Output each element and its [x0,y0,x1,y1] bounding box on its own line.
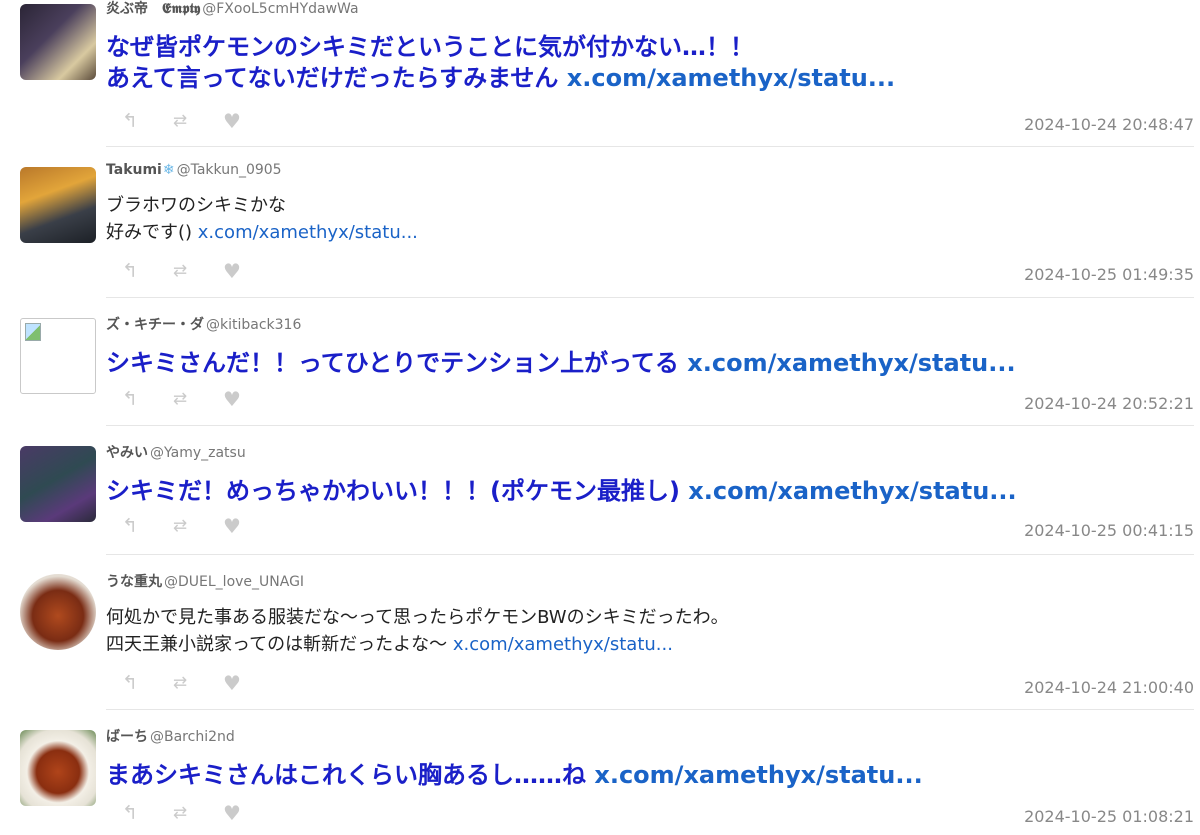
user-handle[interactable]: @kitiback316 [206,317,301,333]
status-link[interactable]: x.com/xamethyx/statu... [567,64,895,92]
tweet-text-segment: 四天王兼小説家ってのは斬新だったよな～ [106,634,448,655]
heart-icon[interactable]: ♥ [220,672,244,694]
retweet-icon[interactable]: ⇄ [168,388,192,410]
tweet-text-segment: シキミだ！めっちゃかわいい！！！(ポケモン最推し) [106,477,680,505]
tweet-header: ばーち @Barchi2nd [106,728,235,746]
reply-icon[interactable]: ↰ [118,515,142,537]
tweet-text: シキミだ！めっちゃかわいい！！！(ポケモン最推し) x.com/xamethyx… [106,476,1017,507]
tweet: ズ・キチー・ダ @kitiback316 シキミさんだ！！ってひとりでテンション上… [0,298,1200,426]
tweet-header: 炎ぶ帝 𝕰𝖒𝖕𝖙𝖞 @FXooL5cmHYdawWa [106,0,359,18]
tweet-text-line: あえて言ってないだけだったらすみません x.com/xamethyx/statu… [106,63,895,94]
tweet-text-line: 何処かで見た事ある服装だな～って思ったらポケモンBWのシキミだったわ。 [106,607,729,628]
tweet-timeline: 炎ぶ帝 𝕰𝖒𝖕𝖙𝖞 @FXooL5cmHYdawWa なぜ皆ポケモンのシキミだとい… [0,0,1200,835]
retweet-icon[interactable]: ⇄ [168,110,192,132]
tweet-text-line: ブラホワのシキミかな [106,195,286,216]
status-link[interactable]: x.com/xamethyx/statu... [198,222,418,243]
status-link[interactable]: x.com/xamethyx/statu... [594,761,922,789]
tweet-header: やみい @Yamy_zatsu [106,444,246,462]
tweet: やみい @Yamy_zatsu シキミだ！めっちゃかわいい！！！(ポケモン最推し)… [0,426,1200,555]
timestamp[interactable]: 2024-10-24 20:52:21 [1024,394,1194,414]
user-handle[interactable]: @FXooL5cmHYdawWa [202,1,358,17]
tweet-text-line: まあシキミさんはこれくらい胸あるし……ね x.com/xamethyx/stat… [106,760,923,791]
retweet-icon[interactable]: ⇄ [168,802,192,824]
timestamp[interactable]: 2024-10-25 01:08:21 [1024,807,1194,827]
user-name[interactable]: 炎ぶ帝 𝕰𝖒𝖕𝖙𝖞 [106,1,200,17]
user-handle[interactable]: @Barchi2nd [150,729,235,745]
reply-icon[interactable]: ↰ [118,260,142,282]
timestamp[interactable]: 2024-10-24 21:00:40 [1024,678,1194,698]
retweet-icon[interactable]: ⇄ [168,672,192,694]
timestamp[interactable]: 2024-10-25 00:41:15 [1024,521,1194,541]
heart-icon[interactable]: ♥ [220,515,244,537]
heart-icon[interactable]: ♥ [220,388,244,410]
tweet-text-line: なぜ皆ポケモンのシキミだということに気が付かない…！！ [106,33,754,61]
reply-icon[interactable]: ↰ [118,672,142,694]
snowflake-icon: ❄ [162,162,175,178]
heart-icon[interactable]: ♥ [220,802,244,824]
tweet-text-line: 四天王兼小説家ってのは斬新だったよな～ x.com/xamethyx/statu… [106,631,729,658]
avatar[interactable] [20,574,96,650]
broken-image-icon [25,323,41,341]
avatar[interactable] [20,318,96,394]
tweet-text-line: シキミだ！めっちゃかわいい！！！(ポケモン最推し) x.com/xamethyx… [106,476,1017,507]
reply-icon[interactable]: ↰ [118,802,142,824]
tweet-header: うな重丸 @DUEL_love_UNAGI [106,573,304,591]
tweet-text-segment: シキミさんだ！！ってひとりでテンション上がってる [106,349,679,377]
tweet-text: ブラホワのシキミかな 好みです() x.com/xamethyx/statu..… [106,192,418,246]
user-name[interactable]: うな重丸 [106,574,162,590]
avatar[interactable] [20,167,96,243]
retweet-icon[interactable]: ⇄ [168,260,192,282]
user-handle[interactable]: @Yamy_zatsu [150,445,246,461]
status-link[interactable]: x.com/xamethyx/statu... [453,634,673,655]
tweet-text-segment: 好みです() [106,222,193,243]
tweet: 炎ぶ帝 𝕰𝖒𝖕𝖙𝖞 @FXooL5cmHYdawWa なぜ皆ポケモンのシキミだとい… [0,0,1200,147]
user-name[interactable]: ばーち [106,729,148,745]
reply-icon[interactable]: ↰ [118,110,142,132]
status-link[interactable]: x.com/xamethyx/statu... [688,477,1016,505]
tweet-text-line: 好みです() x.com/xamethyx/statu... [106,219,418,246]
tweet-text: 何処かで見た事ある服装だな～って思ったらポケモンBWのシキミだったわ。 四天王兼… [106,604,729,658]
tweet-text: なぜ皆ポケモンのシキミだということに気が付かない…！！ あえて言ってないだけだっ… [106,32,895,94]
tweet: うな重丸 @DUEL_love_UNAGI 何処かで見た事ある服装だな～って思った… [0,555,1200,710]
avatar[interactable] [20,4,96,80]
reply-icon[interactable]: ↰ [118,388,142,410]
retweet-icon[interactable]: ⇄ [168,515,192,537]
tweet-text-segment: まあシキミさんはこれくらい胸あるし……ね [106,761,586,789]
heart-icon[interactable]: ♥ [220,260,244,282]
user-name[interactable]: ズ・キチー・ダ [106,317,204,333]
heart-icon[interactable]: ♥ [220,110,244,132]
user-name[interactable]: Takumi [106,162,162,178]
tweet: Takumi❄ @Takkun_0905 ブラホワのシキミかな 好みです() x.… [0,147,1200,298]
tweet-text: まあシキミさんはこれくらい胸あるし……ね x.com/xamethyx/stat… [106,760,923,791]
tweet-text-segment: あえて言ってないだけだったらすみません [106,64,559,92]
tweet-header: Takumi❄ @Takkun_0905 [106,161,282,179]
tweet: ばーち @Barchi2nd まあシキミさんはこれくらい胸あるし……ね x.com… [0,710,1200,835]
avatar[interactable] [20,446,96,522]
user-handle[interactable]: @DUEL_love_UNAGI [164,574,304,590]
tweet-header: ズ・キチー・ダ @kitiback316 [106,316,301,334]
timestamp[interactable]: 2024-10-25 01:49:35 [1024,265,1194,285]
tweet-text-line: シキミさんだ！！ってひとりでテンション上がってる x.com/xamethyx/… [106,348,1016,379]
status-link[interactable]: x.com/xamethyx/statu... [687,349,1015,377]
user-handle[interactable]: @Takkun_0905 [177,162,282,178]
avatar[interactable] [20,730,96,806]
user-name[interactable]: やみい [106,445,148,461]
timestamp[interactable]: 2024-10-24 20:48:47 [1024,115,1194,135]
tweet-text: シキミさんだ！！ってひとりでテンション上がってる x.com/xamethyx/… [106,348,1016,379]
